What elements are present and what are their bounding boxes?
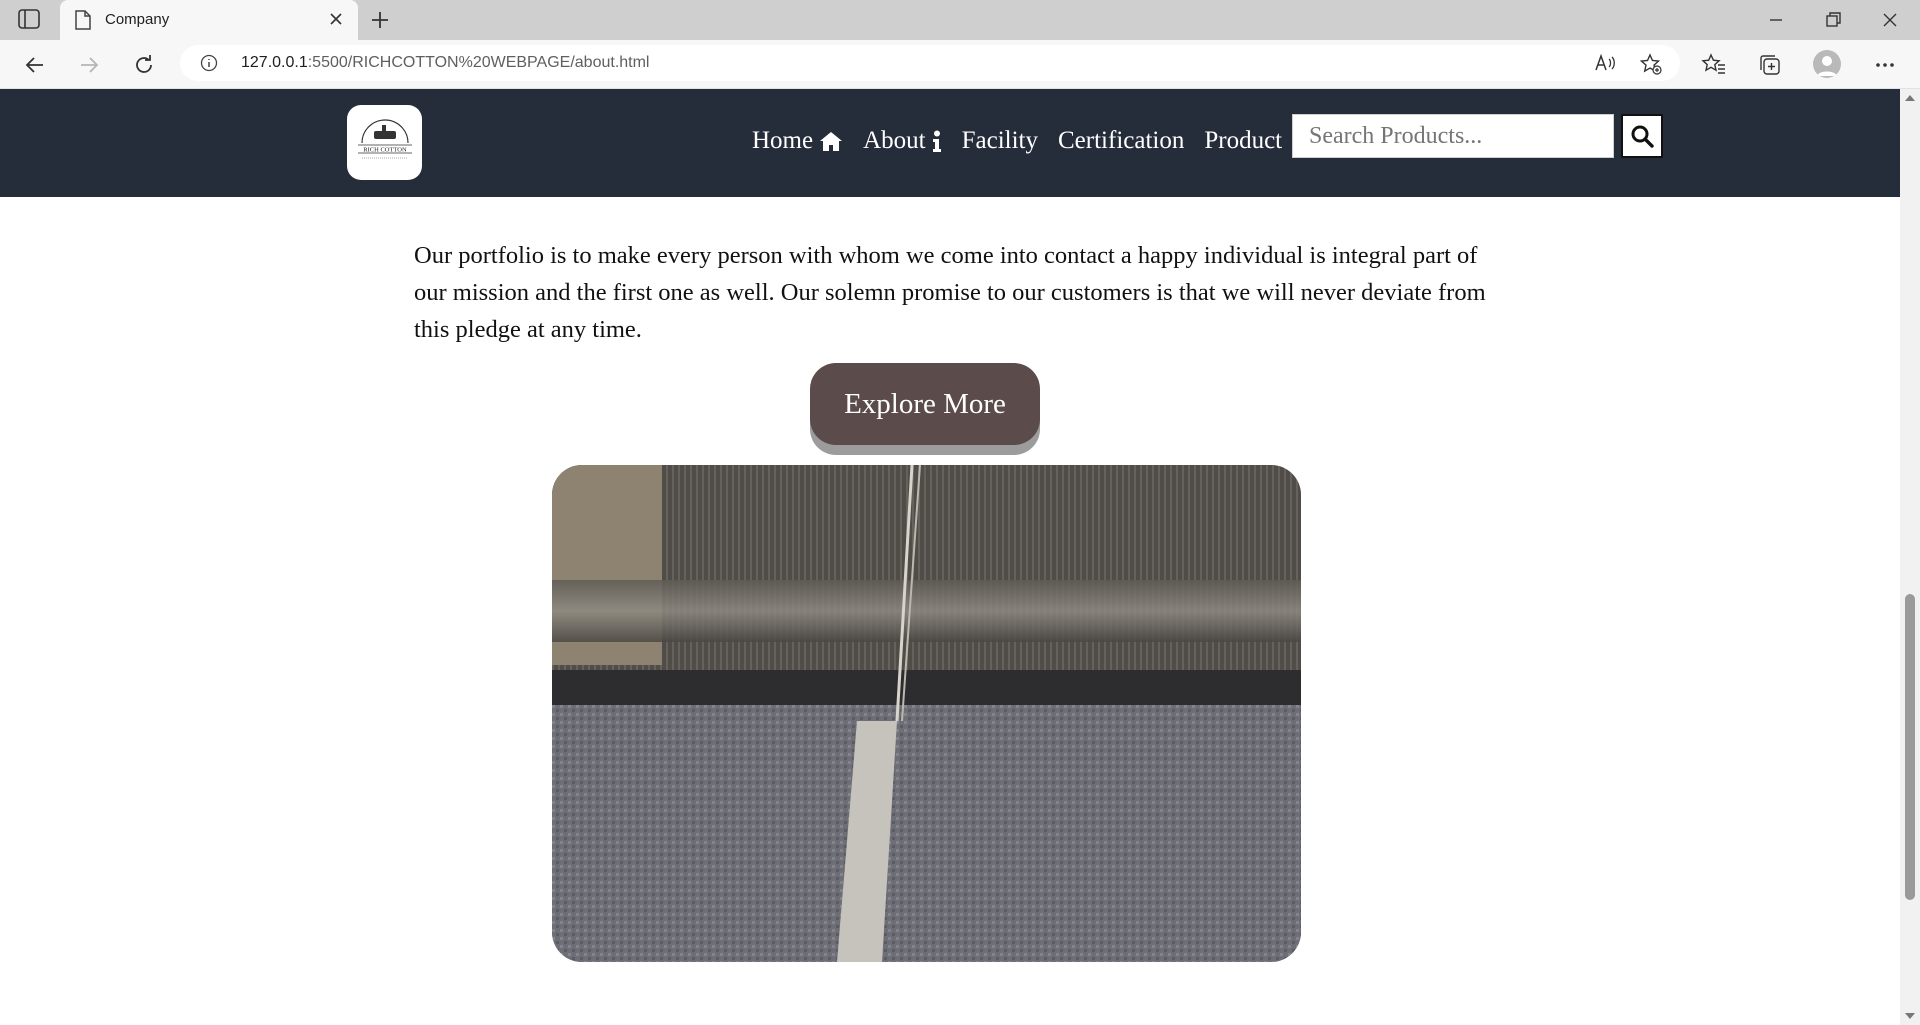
weaving-loom-photo	[552, 465, 1301, 962]
scroll-down-icon[interactable]	[1905, 1013, 1915, 1021]
profile-avatar[interactable]	[1813, 50, 1841, 78]
page-viewport: RICH COTTON Home About Facility Certific…	[0, 89, 1900, 1025]
nav-about[interactable]: About	[863, 127, 942, 155]
minimize-icon[interactable]	[1764, 8, 1788, 32]
logo-wordmark: RICH COTTON	[363, 146, 407, 153]
back-icon[interactable]	[22, 52, 48, 78]
restore-icon[interactable]	[1821, 8, 1845, 32]
tab-title: Company	[105, 11, 170, 28]
close-tab-icon[interactable]	[326, 9, 346, 29]
forward-icon[interactable]	[76, 52, 102, 78]
tab-actions-icon[interactable]	[18, 9, 40, 29]
page-scrollbar[interactable]	[1900, 89, 1920, 1025]
home-icon	[820, 132, 843, 151]
main-nav: Home About Facility Certification Produc…	[752, 127, 1302, 155]
rich-cotton-logo: RICH COTTON	[357, 118, 412, 158]
browser-toolbar: 127.0.0.1:5500/RICHCOTTON%20WEBPAGE/abou…	[0, 40, 1920, 89]
address-bar[interactable]: 127.0.0.1:5500/RICHCOTTON%20WEBPAGE/abou…	[180, 45, 1680, 81]
search-icon	[1631, 125, 1654, 148]
collections-icon[interactable]	[1757, 52, 1783, 78]
close-window-icon[interactable]	[1878, 8, 1902, 32]
search-input[interactable]	[1293, 115, 1613, 157]
add-favorite-icon[interactable]	[1640, 53, 1662, 75]
url-text: 127.0.0.1:5500/RICHCOTTON%20WEBPAGE/abou…	[241, 54, 649, 72]
more-options-icon[interactable]	[1872, 52, 1898, 78]
url-host: 127.0.0.1	[241, 54, 308, 71]
info-icon	[932, 130, 941, 152]
search-button[interactable]	[1621, 114, 1663, 158]
refresh-icon[interactable]	[131, 52, 157, 78]
url-path: :5500/RICHCOTTON%20WEBPAGE/about.html	[307, 54, 650, 71]
explore-more-button[interactable]: Explore More	[810, 363, 1040, 445]
nav-home[interactable]: Home	[752, 127, 843, 155]
scrollbar-thumb[interactable]	[1905, 594, 1915, 900]
search-box	[1292, 114, 1614, 158]
site-header: RICH COTTON Home About Facility Certific…	[0, 89, 1900, 197]
site-logo[interactable]: RICH COTTON	[347, 105, 422, 180]
scroll-up-icon[interactable]	[1905, 93, 1915, 101]
new-tab-icon[interactable]	[368, 8, 392, 32]
mission-paragraph: Our portfolio is to make every person wi…	[414, 241, 1486, 343]
profile-icon	[1817, 56, 1837, 76]
browser-tab-strip: Company	[0, 0, 1920, 40]
nav-about-label: About	[863, 127, 926, 154]
page-icon	[75, 10, 91, 30]
nav-product[interactable]: Product	[1204, 127, 1282, 155]
read-aloud-icon[interactable]	[1594, 53, 1616, 73]
favorites-icon[interactable]	[1701, 52, 1727, 78]
nav-certification[interactable]: Certification	[1058, 127, 1184, 155]
browser-tab-active[interactable]: Company	[60, 0, 358, 40]
loom-image	[552, 465, 1301, 962]
site-info-icon[interactable]	[200, 54, 218, 72]
nav-facility[interactable]: Facility	[962, 127, 1038, 155]
nav-home-label: Home	[752, 127, 814, 154]
